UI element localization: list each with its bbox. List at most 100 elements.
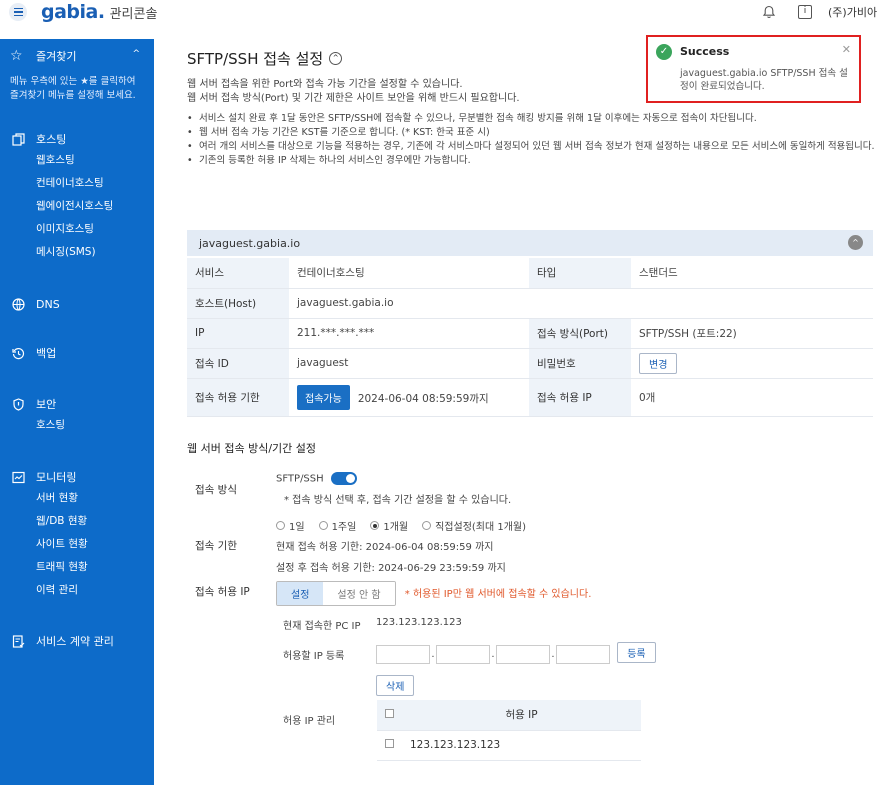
change-password-button[interactable]: 변경 xyxy=(639,352,678,374)
sidebar-group-monitoring: 모니터링 서버 현황 웹/DB 현황 사이트 현황 트래픽 현황 이력 관리 xyxy=(0,467,154,602)
hosting-icon xyxy=(10,131,26,147)
delete-area: 삭제 xyxy=(376,675,415,696)
sidebar-favorites[interactable]: ☆ 즐겨찾기 ^ xyxy=(0,41,154,71)
sidebar-item-contract[interactable]: 서비스 계약 관리 xyxy=(0,631,154,651)
service-value: 컨테이너호스팅 xyxy=(289,258,529,289)
current-pc-ip: 123.123.123.123 xyxy=(376,617,462,628)
sidebar-item-agency-hosting[interactable]: 웹에이전시호스팅 xyxy=(0,195,154,218)
table-row: IP 211.***.***.*** 접속 방식(Port) SFTP/SSH … xyxy=(187,318,873,349)
ip-unset-button[interactable]: 설정 안 함 xyxy=(323,582,395,605)
password-key: 비밀번호 xyxy=(529,348,631,379)
register-button[interactable]: 등록 xyxy=(617,642,656,663)
id-key: 접속 ID xyxy=(187,348,289,379)
row-checkbox[interactable] xyxy=(385,739,394,748)
sidebar-group-dns: DNS xyxy=(0,294,154,314)
limit-value: 2024-06-04 08:59:59까지 xyxy=(357,392,489,405)
row-checkbox-cell xyxy=(377,730,402,761)
ip-value: 211.***.***.*** xyxy=(289,318,529,349)
ip-set-button[interactable]: 설정 xyxy=(277,582,324,605)
sidebar-item-history[interactable]: 이력 관리 xyxy=(0,579,154,602)
method-toggle[interactable] xyxy=(330,472,357,485)
access-available-button[interactable]: 접속가능 xyxy=(297,384,350,410)
page-intro: 웹 서버 접속을 위한 Port와 접속 가능 기간을 설정할 수 있습니다. … xyxy=(187,78,520,106)
chevron-up-icon[interactable]: ^ xyxy=(132,49,140,59)
notice-item: 서비스 설치 완료 후 1달 동안은 SFTP/SSH에 접속할 수 있으나, … xyxy=(187,112,877,126)
sidebar-label-monitoring: 모니터링 xyxy=(36,471,77,484)
ip-octet-4-input[interactable] xyxy=(556,644,610,664)
sidebar-item-server-status[interactable]: 서버 현황 xyxy=(0,487,154,510)
select-all-checkbox[interactable] xyxy=(385,708,394,718)
period-area: 1일 1주일 1개월 직접설정(최대 1개월) 현재 접속 허용 기한: 202… xyxy=(276,518,526,574)
notice-list: 서비스 설치 완료 후 1달 동안은 SFTP/SSH에 접속할 수 있으나, … xyxy=(187,112,877,168)
service-header: javaguest.gabia.io ^ xyxy=(187,230,873,256)
monitor-icon xyxy=(10,469,26,485)
current-limit-text: 현재 접속 허용 기한: 2024-06-04 08:59:59 까지 xyxy=(276,542,494,553)
ip-octet-2-input[interactable] xyxy=(436,644,490,664)
allow-ip-key: 접속 허용 IP xyxy=(529,378,631,417)
ip-octet-3-input[interactable] xyxy=(496,644,550,664)
info-icon[interactable]: i xyxy=(798,5,812,19)
method-value: SFTP/SSH xyxy=(276,473,324,485)
sidebar-label-dns: DNS xyxy=(36,297,60,311)
host-value: javaguest.gabia.io xyxy=(289,288,873,319)
sidebar-item-monitoring[interactable]: 모니터링 xyxy=(0,467,154,487)
register-label: 허용할 IP 등록 xyxy=(283,651,345,662)
period-options: 1일 1주일 1개월 직접설정(최대 1개월) xyxy=(276,518,526,533)
current-pc-label: 현재 접속한 PC IP xyxy=(283,621,361,632)
after-limit-text: 설정 후 접속 허용 기한: 2024-06-29 23:59:59 까지 xyxy=(276,563,506,574)
sidebar-item-container-hosting[interactable]: 컨테이너호스팅 xyxy=(0,172,154,195)
allowed-ip-table: 허용 IP 123.123.123.123 xyxy=(377,700,641,761)
type-key: 타입 xyxy=(529,258,631,289)
sidebar-item-site-status[interactable]: 사이트 현황 xyxy=(0,533,154,556)
menu-icon[interactable] xyxy=(9,3,27,21)
host-key: 호스트(Host) xyxy=(187,288,289,319)
sidebar-item-security[interactable]: 보안 xyxy=(0,394,154,414)
method-note: * 접속 방식 선택 후, 접속 기간 설정을 할 수 있습니다. xyxy=(284,495,512,506)
service-info-table: 서비스 컨테이너호스팅 타입 스탠더드 호스트(Host) javaguest.… xyxy=(187,258,873,417)
close-icon[interactable]: ✕ xyxy=(842,43,851,56)
gabia-logo[interactable]: gabia. xyxy=(41,1,105,23)
favorites-description: 메뉴 우측에 있는 ★를 클릭하여 즐겨찾기 메뉴를 설정해 보세요. xyxy=(10,76,136,101)
notice-item: 기존의 등록한 허용 IP 삭제는 하나의 서비스인 경우에만 가능합니다. xyxy=(187,154,877,168)
ip-segment: 설정 설정 안 함 xyxy=(276,581,396,606)
sidebar-item-image-hosting[interactable]: 이미지호스팅 xyxy=(0,218,154,241)
period-label: 접속 기한 xyxy=(195,540,237,552)
sidebar-item-traffic-status[interactable]: 트래픽 현황 xyxy=(0,556,154,579)
sidebar-item-backup[interactable]: 백업 xyxy=(0,343,154,363)
password-cell: 변경 xyxy=(631,348,873,379)
limit-key: 접속 허용 기한 xyxy=(187,378,289,417)
sidebar-group-security: 보안 호스팅 xyxy=(0,394,154,437)
register-inputs: ... 등록 xyxy=(376,642,656,664)
sidebar-group-backup: 백업 xyxy=(0,343,154,363)
period-option-1day[interactable]: 1일 xyxy=(276,518,305,533)
sidebar-item-dns[interactable]: DNS xyxy=(0,294,154,314)
ip-key: IP xyxy=(187,318,289,349)
period-option-1week[interactable]: 1주일 xyxy=(318,518,356,533)
table-row: 서비스 컨테이너호스팅 타입 스탠더드 xyxy=(187,258,873,289)
top-bar: gabia. 관리콘솔 i (주)가비아 xyxy=(0,0,880,24)
ip-octet-1-input[interactable] xyxy=(376,644,430,664)
backup-icon xyxy=(10,345,26,361)
company-name[interactable]: (주)가비아 xyxy=(828,4,880,20)
delete-button[interactable]: 삭제 xyxy=(376,675,415,696)
shield-icon xyxy=(10,396,26,412)
table-row: 접속 허용 기한 접속가능 2024-06-04 08:59:59까지 접속 허용… xyxy=(187,378,873,417)
port-value: SFTP/SSH (포트:22) xyxy=(631,318,873,349)
period-option-custom[interactable]: 직접설정(최대 1개월) xyxy=(422,518,526,533)
contract-icon xyxy=(10,633,26,649)
sidebar-item-sms[interactable]: 메시징(SMS) xyxy=(0,241,154,264)
sidebar-item-hosting[interactable]: 호스팅 xyxy=(0,129,154,149)
sidebar-item-web-hosting[interactable]: 웹호스팅 xyxy=(0,149,154,172)
table-row: 123.123.123.123 xyxy=(377,730,641,761)
sidebar-item-webdb-status[interactable]: 웹/DB 현황 xyxy=(0,510,154,533)
method-area: SFTP/SSH * 접속 방식 선택 후, 접속 기간 설정을 할 수 있습니… xyxy=(276,472,511,506)
table-header-row: 허용 IP xyxy=(377,700,641,731)
sidebar-group-hosting: 호스팅 웹호스팅 컨테이너호스팅 웹에이전시호스팅 이미지호스팅 메시징(SMS… xyxy=(0,129,154,264)
bell-icon[interactable] xyxy=(762,5,776,19)
collapse-icon[interactable]: ^ xyxy=(848,235,863,250)
sidebar-item-security-hosting[interactable]: 호스팅 xyxy=(0,414,154,437)
period-option-1month[interactable]: 1개월 xyxy=(370,518,408,533)
sidebar: ☆ 즐겨찾기 ^ 메뉴 우측에 있는 ★를 클릭하여 즐겨찾기 메뉴를 설정해 … xyxy=(0,39,154,785)
chevron-up-icon[interactable]: ^ xyxy=(329,52,343,65)
service-header-title: javaguest.gabia.io xyxy=(199,236,301,250)
